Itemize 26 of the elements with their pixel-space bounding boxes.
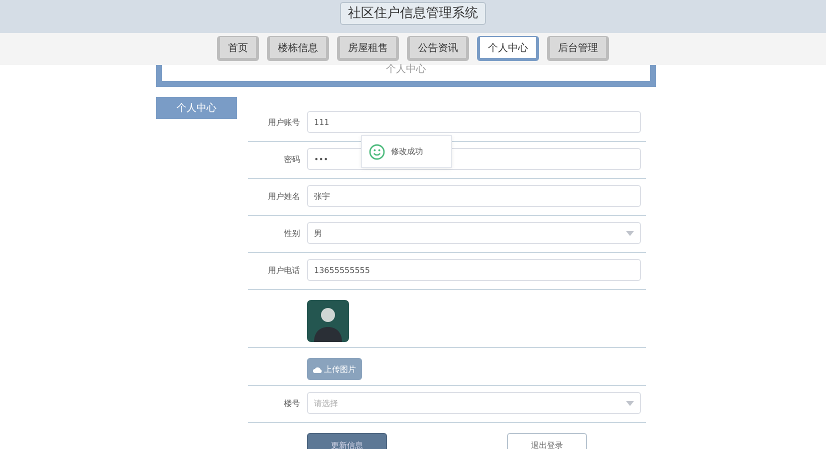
cloud-icon xyxy=(313,366,322,372)
nav-tab[interactable]: 后台管理 xyxy=(547,36,609,61)
logout-button[interactable]: 退出登录 xyxy=(507,433,587,449)
smiley-icon xyxy=(369,144,385,160)
field-label: 性别 xyxy=(284,228,300,238)
field-label: 用户账号 xyxy=(268,118,300,126)
field-label: 楼号 xyxy=(284,398,300,408)
caret-icon xyxy=(626,400,634,406)
caret-icon xyxy=(626,230,634,236)
site-title: 社区住户信息管理系统 xyxy=(340,2,486,25)
input-field[interactable]: 张宇 xyxy=(307,185,641,207)
nav-tab[interactable]: 楼栋信息 xyxy=(267,36,329,61)
field-label: 用户电话 xyxy=(268,266,300,274)
nav-tab[interactable]: 房屋租售 xyxy=(337,36,399,61)
panel-title: 个人中心 xyxy=(386,65,426,75)
field-label: 密码 xyxy=(284,154,300,164)
update-button[interactable]: 更新信息 xyxy=(307,433,387,449)
select-field[interactable]: 男 xyxy=(307,222,641,244)
toast-text: 修改成功 xyxy=(391,146,423,157)
nav-tab[interactable]: 首页 xyxy=(217,36,259,61)
field-label: 用户姓名 xyxy=(268,192,300,200)
input-field[interactable]: 111 xyxy=(307,111,641,133)
input-field[interactable]: 13655555555 xyxy=(307,259,641,281)
nav-tab[interactable]: 个人中心 xyxy=(477,36,539,61)
avatar-image xyxy=(307,300,349,342)
nav-tab[interactable]: 公告资讯 xyxy=(407,36,469,61)
